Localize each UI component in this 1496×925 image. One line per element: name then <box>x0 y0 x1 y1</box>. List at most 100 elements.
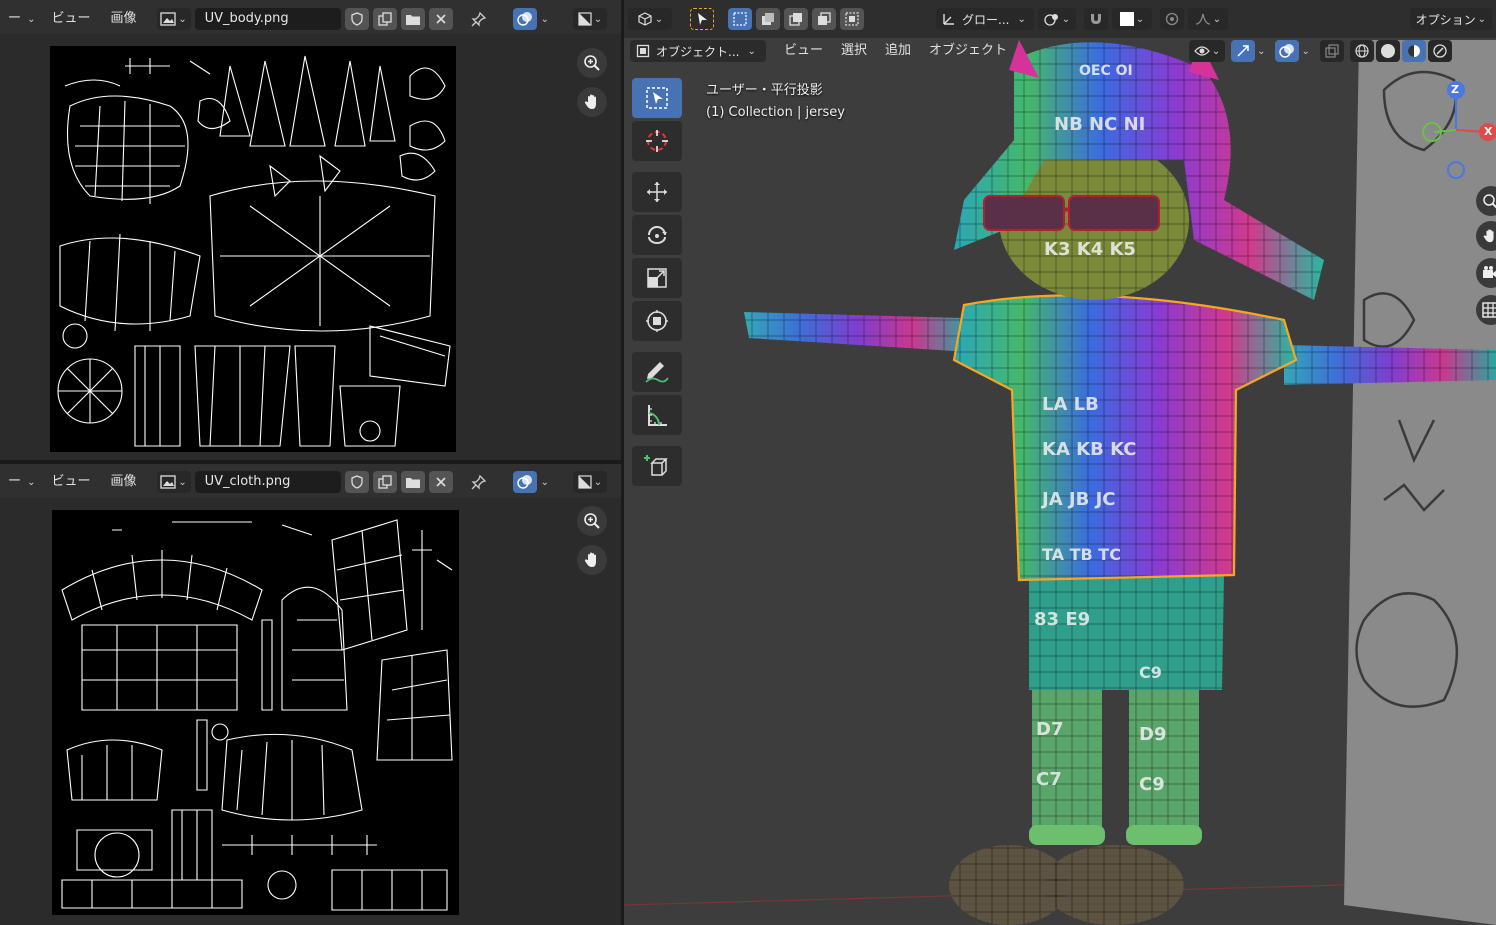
uv-editor-top-area[interactable] <box>0 34 621 460</box>
zoom-icon <box>1483 194 1496 209</box>
fake-user-button[interactable] <box>344 8 369 30</box>
rendered-sphere-icon <box>1433 44 1447 58</box>
tool-add-cube[interactable] <box>632 446 682 486</box>
menu-image[interactable]: 画像 <box>103 8 145 30</box>
annotate-pencil-icon <box>645 362 669 383</box>
shading-material-button[interactable] <box>1401 40 1426 62</box>
image-name-field[interactable]: UV_body.png <box>194 8 341 30</box>
mode-dropdown[interactable]: オブジェクト... ⌄ <box>630 40 766 62</box>
pin-button[interactable] <box>467 8 491 30</box>
uv-editor-top: ー ⌄ ビュー 画像 ⌄ UV_body.png ⌄ ⌄ <box>0 0 621 460</box>
xray-toggle[interactable] <box>1319 40 1344 62</box>
viewport-menu-view[interactable]: ビュー <box>776 40 831 62</box>
select-invert-button[interactable] <box>812 8 836 30</box>
visibility-dropdown[interactable]: ⌄ <box>1189 40 1226 62</box>
editor-type-stub[interactable]: ー ⌄ <box>4 8 40 30</box>
image-name-field[interactable]: UV_cloth.png <box>194 471 341 493</box>
shading-solid-button[interactable] <box>1375 40 1400 62</box>
select-subtract-button[interactable] <box>784 8 808 30</box>
zoom-icon <box>584 55 600 71</box>
tool-rotate[interactable] <box>632 215 682 255</box>
overlays-dropdown[interactable]: ⌄ <box>1301 46 1309 57</box>
navigation-gizmo[interactable]: Z X <box>1416 80 1496 190</box>
overlay-toggle[interactable] <box>512 471 537 493</box>
shading-rendered-button[interactable] <box>1427 40 1452 62</box>
new-image-button[interactable] <box>372 8 397 30</box>
transform-orientation-dropdown[interactable]: グロー... ⌄ <box>936 8 1034 30</box>
overlay-icon <box>1279 44 1295 58</box>
fake-user-button[interactable] <box>344 471 369 493</box>
uv-editor-bottom-header: ー ⌄ ビュー 画像 ⌄ UV_cloth.png ⌄ ⌄ <box>0 467 621 497</box>
viewport-header: ⌄ グロー... ⌄ ⌄ ⌄ ⌄ オプション ⌄ <box>624 0 1496 38</box>
gizmo-toggle[interactable] <box>1231 40 1256 62</box>
viewport-menu-row: オブジェクト... ⌄ ビュー 選択 追加 オブジェクト ⌄ ⌄ ⌄ <box>630 40 1452 62</box>
tool-scale[interactable] <box>632 258 682 298</box>
display-channels-button[interactable]: ⌄ <box>572 471 607 493</box>
overlay-dropdown[interactable]: ⌄ <box>541 477 549 488</box>
svg-text:K3 K4 K5: K3 K4 K5 <box>1044 239 1136 260</box>
open-image-button[interactable] <box>400 471 425 493</box>
image-browse-button[interactable]: ⌄ <box>156 471 191 493</box>
tool-cursor[interactable] <box>632 121 682 161</box>
viewport-menu-add[interactable]: 追加 <box>877 40 919 62</box>
tool-measure[interactable] <box>632 395 682 435</box>
tool-move[interactable] <box>632 172 682 212</box>
open-image-button[interactable] <box>400 8 425 30</box>
svg-text:OEC OI: OEC OI <box>1079 63 1133 79</box>
close-icon <box>435 477 446 487</box>
falloff-curve-icon <box>1195 13 1210 25</box>
unlink-image-button[interactable] <box>428 8 453 30</box>
pivot-icon <box>1044 14 1058 26</box>
snap-toggle[interactable] <box>1084 8 1108 30</box>
uv-pan-button[interactable] <box>577 545 607 575</box>
menu-image[interactable]: 画像 <box>103 471 145 493</box>
menu-view[interactable]: ビュー <box>44 471 99 493</box>
tool-annotate[interactable] <box>632 352 682 392</box>
orientation-icon <box>943 14 954 25</box>
object-mode-icon <box>636 44 650 58</box>
image-browse-button[interactable]: ⌄ <box>156 8 191 30</box>
overlays-toggle[interactable] <box>1275 40 1300 62</box>
snap-element-dropdown[interactable]: ⌄ <box>1112 8 1152 30</box>
shield-icon <box>350 475 363 489</box>
falloff-dropdown[interactable]: ⌄ <box>1188 8 1228 30</box>
overlay-dropdown[interactable]: ⌄ <box>541 14 549 25</box>
overlay-toggle[interactable] <box>512 8 537 30</box>
tool-transform[interactable] <box>632 301 682 341</box>
viewport-menu-select[interactable]: 選択 <box>833 40 875 62</box>
viewport-scene: NB NC NI OEC OI K3 K4 K5 LA LB KA KB KC … <box>624 40 1496 925</box>
scale-icon <box>647 268 667 288</box>
select-extend-icon <box>762 13 774 25</box>
3d-viewport[interactable]: NB NC NI OEC OI K3 K4 K5 LA LB KA KB KC … <box>624 0 1496 925</box>
uv-zoom-button[interactable] <box>577 48 607 78</box>
pivot-point-dropdown[interactable]: ⌄ <box>1038 8 1076 30</box>
add-cube-icon <box>644 455 668 476</box>
shield-icon <box>350 12 363 26</box>
channels-icon <box>578 475 592 489</box>
select-new-button[interactable] <box>728 8 752 30</box>
uv-body-image[interactable] <box>50 46 456 452</box>
tool-select-box[interactable] <box>632 78 682 118</box>
editor-type-button[interactable]: ⌄ <box>628 8 672 30</box>
uv-zoom-button[interactable] <box>577 506 607 536</box>
unlink-image-button[interactable] <box>428 471 453 493</box>
proportional-edit-toggle[interactable] <box>1160 8 1184 30</box>
menu-view[interactable]: ビュー <box>44 8 99 30</box>
uv-editor-bottom-area[interactable] <box>0 498 621 925</box>
display-channels-button[interactable]: ⌄ <box>572 8 607 30</box>
uv-pan-button[interactable] <box>577 87 607 117</box>
gizmo-dropdown[interactable]: ⌄ <box>1257 46 1265 57</box>
viewport-menu-object[interactable]: オブジェクト <box>921 40 1015 62</box>
uv-cloth-image[interactable] <box>52 510 459 915</box>
shading-wireframe-button[interactable] <box>1349 40 1374 62</box>
select-extend-button[interactable] <box>756 8 780 30</box>
new-image-button[interactable] <box>372 471 397 493</box>
grid-icon <box>1482 302 1496 318</box>
select-tool-button[interactable] <box>690 8 714 30</box>
pin-button[interactable] <box>467 471 491 493</box>
options-dropdown[interactable]: オプション ⌄ <box>1409 8 1492 30</box>
uv-wireframe-body <box>57 55 451 447</box>
editor-type-stub[interactable]: ー ⌄ <box>4 471 40 493</box>
select-intersect-button[interactable] <box>840 8 864 30</box>
proportional-edit-icon <box>1165 12 1179 26</box>
